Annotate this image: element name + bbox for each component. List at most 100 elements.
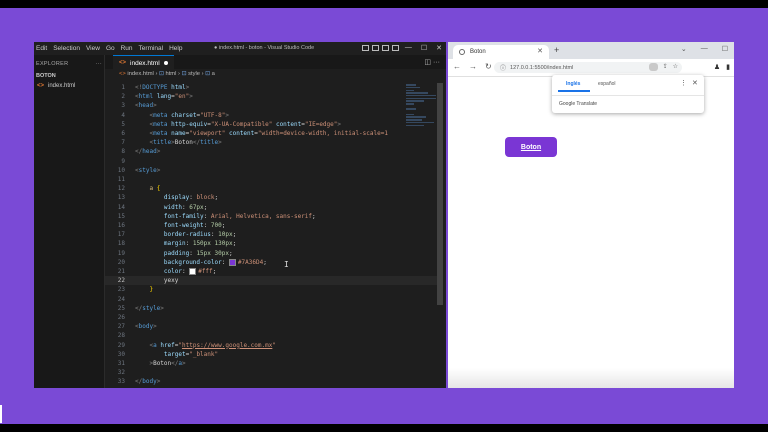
- file-label: index.html: [48, 83, 76, 89]
- code-line[interactable]: 22 yexy: [105, 276, 437, 286]
- element-icon: ⊡: [181, 71, 187, 77]
- html-file-icon: <>: [119, 71, 126, 77]
- side-panel-icon[interactable]: ▮: [726, 63, 730, 71]
- share-icon[interactable]: ⇪: [663, 63, 668, 71]
- breadcrumb-item[interactable]: index.html: [127, 71, 153, 77]
- menu-item-selection[interactable]: Selection: [53, 45, 80, 52]
- code-line[interactable]: 13 display: block;: [105, 193, 437, 202]
- breadcrumb-item[interactable]: html: [165, 71, 176, 77]
- back-arrow-icon[interactable]: ←: [453, 62, 461, 71]
- menu-item-terminal[interactable]: Terminal: [139, 45, 164, 52]
- menu-item-help[interactable]: Help: [169, 45, 182, 52]
- more-options-icon[interactable]: ⋮: [680, 79, 687, 87]
- breadcrumb-item[interactable]: a: [212, 71, 215, 77]
- code-line[interactable]: 7 <title>Boton</title>: [105, 138, 437, 147]
- code-line[interactable]: 1 <!DOCTYPE html>: [105, 83, 437, 92]
- code-line[interactable]: 25 </style>: [105, 304, 437, 313]
- close-icon[interactable]: ✕: [436, 44, 442, 52]
- toggle-panel-icon[interactable]: [372, 45, 379, 51]
- translate-icon[interactable]: [648, 63, 658, 71]
- code-line[interactable]: 3 <head>: [105, 101, 437, 110]
- vscode-titlebar: Edit Selection View Go Run Terminal Help ● ind…: [34, 42, 446, 55]
- code-line[interactable]: 8 </head>: [105, 147, 437, 156]
- editor-scrollbar-thumb[interactable]: [437, 83, 443, 305]
- active-tab-indicator: [558, 90, 590, 92]
- code-text: font-family: Arial, Helvetica, sans-seri…: [163, 212, 316, 220]
- folder-boton[interactable]: BOTON: [34, 67, 104, 79]
- code-editor[interactable]: 1 <!DOCTYPE html> 2 <html lang="en"> 3 <head>…: [105, 83, 437, 388]
- editor-more-icon[interactable]: ···: [433, 59, 440, 66]
- reload-icon[interactable]: ↻: [485, 62, 492, 71]
- page-bottom-shade: [448, 368, 734, 388]
- bookmark-star-icon[interactable]: ☆: [673, 63, 678, 71]
- toggle-sidebar-icon[interactable]: [362, 45, 369, 51]
- code-line[interactable]: 12 a {: [105, 184, 437, 193]
- code-line[interactable]: 18 margin: 150px 130px;: [105, 239, 437, 248]
- boton-link-button[interactable]: Boton: [505, 137, 557, 157]
- forward-arrow-icon[interactable]: →: [469, 62, 477, 71]
- tab-index-html[interactable]: <> index.html: [113, 55, 174, 70]
- browser-tab[interactable]: Boton ✕: [453, 45, 549, 59]
- code-line[interactable]: 27 <body>: [105, 322, 437, 331]
- code-line[interactable]: 31 >Boton</a>: [105, 359, 437, 368]
- code-line[interactable]: 29 <a href="https://www.google.com.mx": [105, 341, 437, 350]
- top-letterbox: [0, 0, 768, 8]
- maximize-icon[interactable]: ☐: [722, 45, 728, 53]
- menu-item-run[interactable]: Run: [121, 45, 133, 52]
- code-line[interactable]: 24: [105, 295, 437, 304]
- code-line[interactable]: 21 color: #fff;: [105, 267, 437, 276]
- address-bar[interactable]: ⓘ 127.0.0.1:5500/index.html ⇪ ☆: [494, 62, 682, 73]
- code-text: display: block;: [163, 194, 219, 202]
- code-line[interactable]: 11: [105, 175, 437, 184]
- minimap[interactable]: [406, 83, 438, 143]
- code-line[interactable]: 10 <style>: [105, 166, 437, 175]
- line-number: 13: [117, 194, 125, 202]
- code-text: border-radius: 10px;: [163, 231, 237, 239]
- code-line[interactable]: 5 <meta http-equiv="X-UA-Compatible" con…: [105, 120, 437, 129]
- new-tab-button[interactable]: +: [554, 45, 559, 55]
- minimize-icon[interactable]: —: [405, 44, 412, 52]
- menu-item-view[interactable]: View: [86, 45, 100, 52]
- translate-tab-target[interactable]: español: [598, 81, 616, 87]
- close-icon[interactable]: ✕: [692, 79, 698, 87]
- line-number: 4: [121, 111, 125, 119]
- code-line[interactable]: 16 font-weight: 700;: [105, 221, 437, 230]
- maximize-icon[interactable]: ☐: [421, 44, 427, 52]
- code-line[interactable]: 17 border-radius: 10px;: [105, 230, 437, 239]
- explorer-header: EXPLORER ···: [34, 55, 104, 67]
- google-translate-label: Google Translate: [559, 101, 598, 107]
- breadcrumb-item[interactable]: style: [188, 71, 200, 77]
- code-line[interactable]: 15 font-family: Arial, Helvetica, sans-s…: [105, 212, 437, 221]
- close-tab-icon[interactable]: ✕: [537, 47, 543, 55]
- code-line[interactable]: 20 background-color: #7A36D4;: [105, 258, 437, 267]
- unsaved-dot-icon[interactable]: [163, 61, 168, 65]
- toggle-secondary-sidebar-icon[interactable]: [382, 45, 389, 51]
- code-line[interactable]: 9: [105, 157, 437, 166]
- extensions-icon[interactable]: ♟: [714, 63, 720, 71]
- code-line[interactable]: 6 <meta name="viewport" content="width=d…: [105, 129, 437, 138]
- line-number: 28: [117, 332, 125, 340]
- code-line[interactable]: 19 padding: 15px 30px;: [105, 249, 437, 258]
- info-icon[interactable]: ⓘ: [500, 63, 506, 72]
- translate-tab-source[interactable]: Inglés: [566, 81, 580, 87]
- code-line[interactable]: 2 <html lang="en">: [105, 92, 437, 101]
- code-line[interactable]: 33 </body>: [105, 377, 437, 386]
- menu-item-edit[interactable]: Edit: [36, 45, 47, 52]
- minimize-icon[interactable]: —: [701, 45, 708, 53]
- line-number: 24: [117, 295, 125, 303]
- line-number: 2: [121, 93, 125, 101]
- code-line[interactable]: 14 width: 67px;: [105, 203, 437, 212]
- more-actions-icon[interactable]: ···: [96, 61, 102, 67]
- menu-item-go[interactable]: Go: [106, 45, 115, 52]
- chevron-down-icon[interactable]: ⌄: [681, 45, 687, 53]
- code-line[interactable]: 32: [105, 368, 437, 377]
- file-index-html[interactable]: <> index.html: [34, 79, 104, 89]
- code-line[interactable]: 28: [105, 331, 437, 340]
- code-line[interactable]: 26: [105, 313, 437, 322]
- code-line[interactable]: 30 target="_blank": [105, 350, 437, 359]
- customize-layout-icon[interactable]: [392, 45, 399, 51]
- code-text: padding: 15px 30px;: [163, 249, 233, 257]
- split-editor-icon[interactable]: ◫: [424, 59, 431, 66]
- code-line[interactable]: 23 }: [105, 285, 437, 294]
- code-line[interactable]: 4 <meta charset="UTF-8">: [105, 111, 437, 120]
